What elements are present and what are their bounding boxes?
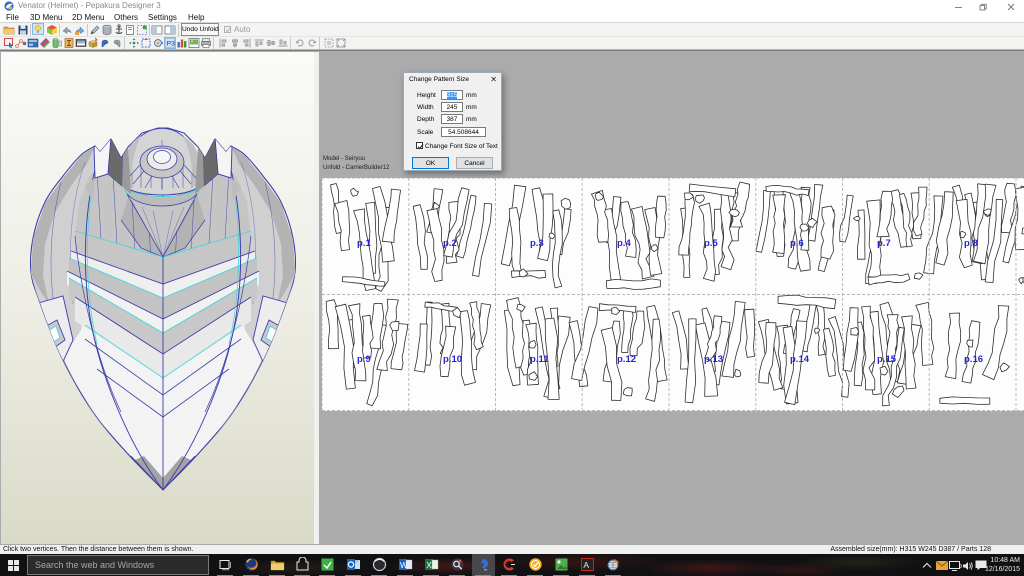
svg-text:p.12: p.12	[617, 354, 636, 365]
svg-text:A: A	[583, 560, 589, 570]
svg-text:p.2: p.2	[443, 238, 457, 249]
svg-text:p.4: p.4	[617, 238, 631, 249]
svg-text:p.3: p.3	[530, 238, 544, 249]
svg-text:p.14: p.14	[790, 354, 810, 365]
svg-text:p.16: p.16	[964, 354, 983, 365]
svg-text:p.11: p.11	[530, 354, 549, 365]
svg-text:X: X	[426, 561, 432, 570]
svg-text:P3: P3	[167, 41, 175, 48]
svg-text:p.10: p.10	[443, 354, 462, 365]
svg-text:p.5: p.5	[704, 238, 718, 249]
svg-text:W: W	[400, 561, 408, 570]
svg-text:p.7: p.7	[877, 238, 891, 249]
svg-text:p.6: p.6	[790, 238, 804, 249]
svg-text:p.9: p.9	[357, 354, 371, 365]
svg-text:p.1: p.1	[357, 238, 371, 249]
svg-text:p.13: p.13	[704, 354, 723, 365]
svg-text:p.8: p.8	[964, 238, 978, 249]
svg-text:p.15: p.15	[877, 354, 897, 365]
